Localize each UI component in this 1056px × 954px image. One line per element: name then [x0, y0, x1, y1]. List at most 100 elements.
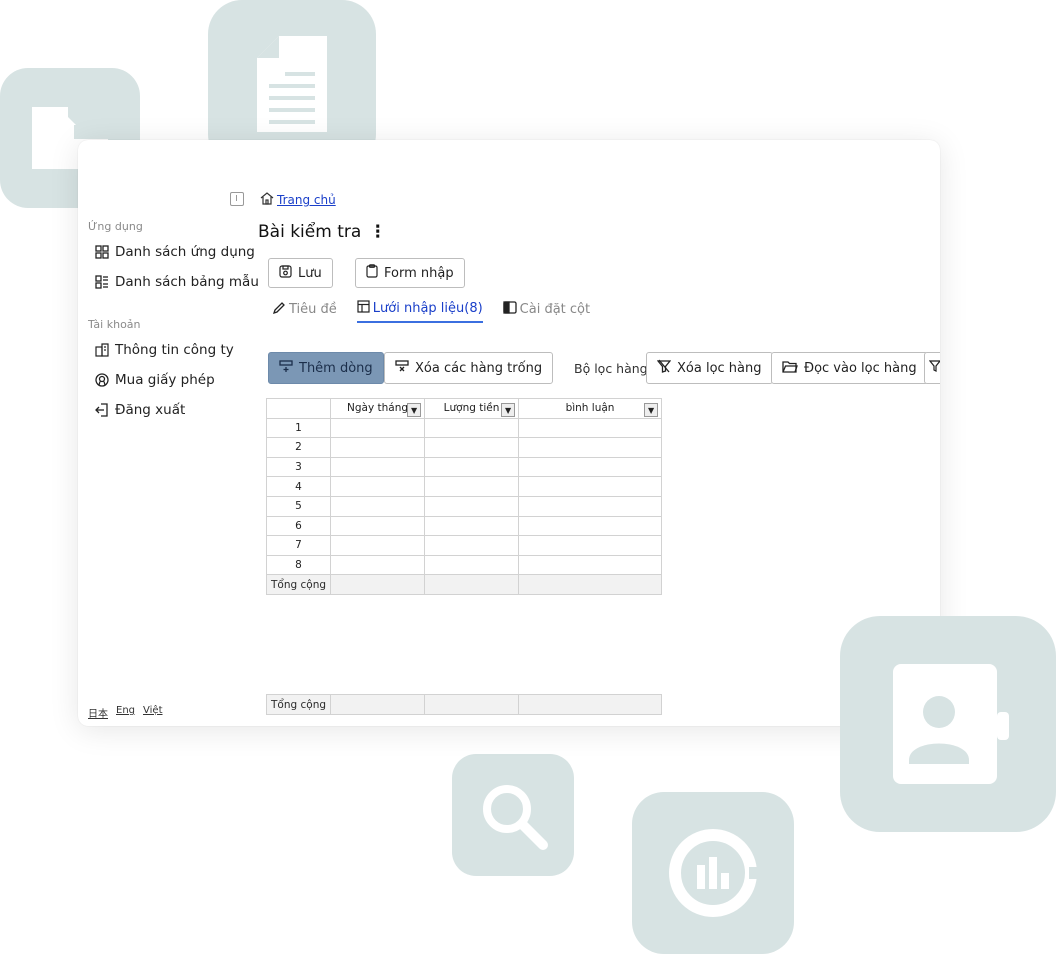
footer-total-row: Tổng cộng [265, 694, 663, 715]
table-row: 3 [265, 456, 663, 478]
row-number: 6 [265, 515, 332, 537]
search-icon [452, 754, 574, 876]
sidebar: Ứng dụng Danh sách ứng dụng Danh sách bả… [78, 182, 259, 726]
grid-cell[interactable] [330, 437, 426, 458]
clear-filter-icon [656, 359, 672, 377]
load-row-filter-button[interactable]: Đọc vào lọc hàng [771, 352, 928, 384]
grid-cell[interactable] [330, 554, 426, 576]
tab-title[interactable]: Tiêu đề [272, 300, 337, 323]
sidebar-item-label: Mua giấy phép [115, 372, 215, 388]
sidebar-item-app-list[interactable]: Danh sách ứng dụng [94, 244, 255, 260]
grid-cell[interactable] [424, 456, 520, 478]
add-row-icon [279, 359, 293, 377]
delete-rows-icon [395, 360, 409, 376]
grid-cell[interactable] [424, 535, 520, 556]
row-number: 1 [265, 417, 332, 439]
more-menu-icon[interactable]: ⋮ [369, 222, 386, 242]
table-row: 1 [265, 417, 663, 439]
grid-cell[interactable] [518, 417, 663, 439]
save-icon [279, 264, 292, 282]
total-cell [518, 694, 663, 715]
delete-empty-rows-button[interactable]: Xóa các hàng trống [384, 352, 554, 384]
form-input-button-label: Form nhập [384, 265, 454, 281]
tab-column-settings[interactable]: Cài đặt cột [503, 300, 590, 323]
breadcrumb: Trang chủ [260, 192, 336, 208]
column-header-amount: Lượng tiền ▼ [424, 398, 520, 419]
tab-label: Lưới nhập liệu(8) [372, 301, 483, 316]
grid-cell[interactable] [424, 554, 520, 576]
filter-button[interactable] [924, 352, 940, 384]
clipboard-icon [366, 264, 378, 282]
total-label: Tổng cộng [265, 574, 332, 595]
building-icon [94, 342, 110, 358]
sidebar-item-label: Đăng xuất [115, 402, 186, 418]
grid-cell[interactable] [424, 417, 520, 439]
home-icon [260, 192, 274, 208]
tab-input-grid[interactable]: Lưới nhập liệu(8) [356, 300, 483, 323]
contact-book-icon [840, 616, 1056, 832]
table-row: 8 [265, 554, 663, 576]
lang-japanese-link[interactable]: 日本 [88, 705, 108, 720]
footer-total-table: Tổng cộng [265, 694, 663, 715]
sidebar-item-template-list[interactable]: Danh sách bảng mẫu [94, 274, 259, 290]
grid-cell[interactable] [424, 437, 520, 458]
total-row: Tổng cộng [265, 574, 663, 595]
column-filter-dropdown-icon[interactable]: ▼ [407, 403, 422, 417]
sidebar-item-logout[interactable]: Đăng xuất [94, 402, 185, 418]
row-number: 7 [265, 535, 332, 556]
lang-vietnamese-link[interactable]: Việt [143, 705, 162, 720]
grid-cell[interactable] [424, 476, 520, 497]
grid-cell[interactable] [518, 515, 663, 537]
grid-cell[interactable] [518, 554, 663, 576]
add-row-button-label: Thêm dòng [299, 360, 373, 376]
row-number: 5 [265, 495, 332, 517]
clear-row-filter-label: Xóa lọc hàng [677, 360, 762, 376]
table-row: 6 [265, 515, 663, 537]
column-header-label: Lượng tiền [443, 402, 500, 415]
language-switcher: 日本 Eng Việt [88, 705, 163, 720]
table-row: 7 [265, 535, 663, 556]
breadcrumb-home-link[interactable]: Trang chủ [277, 193, 336, 207]
main-content: Trang chủ Bài kiểm tra ⋮ Lưu Form nhập T… [258, 182, 940, 726]
column-filter-dropdown-icon[interactable]: ▼ [501, 403, 516, 417]
form-input-button[interactable]: Form nhập [355, 258, 465, 288]
total-cell [424, 694, 520, 715]
clear-row-filter-button[interactable]: Xóa lọc hàng [646, 352, 773, 384]
sidebar-item-company-info[interactable]: Thông tin công ty [94, 342, 234, 358]
data-grid: Ngày tháng ▼ Lượng tiền ▼ bình luận ▼ 1 2 3… [265, 398, 663, 595]
grid-cell[interactable] [330, 515, 426, 537]
save-button[interactable]: Lưu [268, 258, 333, 288]
column-filter-dropdown-icon[interactable]: ▼ [644, 403, 659, 417]
table-icon [357, 300, 370, 317]
column-header-label: bình luận [565, 402, 615, 415]
column-header-date: Ngày tháng ▼ [330, 398, 426, 419]
lang-english-link[interactable]: Eng [116, 705, 135, 720]
grid-cell[interactable] [518, 535, 663, 556]
table-row: 4 [265, 476, 663, 497]
tabs: Tiêu đề Lưới nhập liệu(8) Cài đặt cột [272, 300, 590, 323]
grid-cell[interactable] [330, 495, 426, 517]
add-row-button[interactable]: Thêm dòng [268, 352, 384, 384]
chart-icon [632, 792, 794, 954]
sidebar-item-label: Danh sách bảng mẫu [115, 274, 259, 290]
grid-cell[interactable] [330, 476, 426, 497]
grid-cell[interactable] [424, 495, 520, 517]
sidebar-collapse-button[interactable] [230, 192, 244, 206]
grid-cell[interactable] [518, 456, 663, 478]
table-row: 2 [265, 437, 663, 458]
grid-cell[interactable] [518, 476, 663, 497]
total-cell [424, 574, 520, 595]
grid-cell[interactable] [330, 535, 426, 556]
column-header-label: Ngày tháng [347, 402, 409, 415]
delete-empty-rows-label: Xóa các hàng trống [415, 360, 543, 376]
grid-cell[interactable] [518, 437, 663, 458]
column-settings-icon [503, 301, 517, 318]
grid-cell[interactable] [518, 495, 663, 517]
folder-open-icon [782, 360, 798, 377]
grid-cell[interactable] [424, 515, 520, 537]
sidebar-item-buy-license[interactable]: Mua giấy phép [94, 372, 215, 388]
grid-cell[interactable] [330, 456, 426, 478]
filter-icon [928, 360, 940, 376]
section-title-apps: Ứng dụng [88, 220, 143, 233]
grid-cell[interactable] [330, 417, 426, 439]
